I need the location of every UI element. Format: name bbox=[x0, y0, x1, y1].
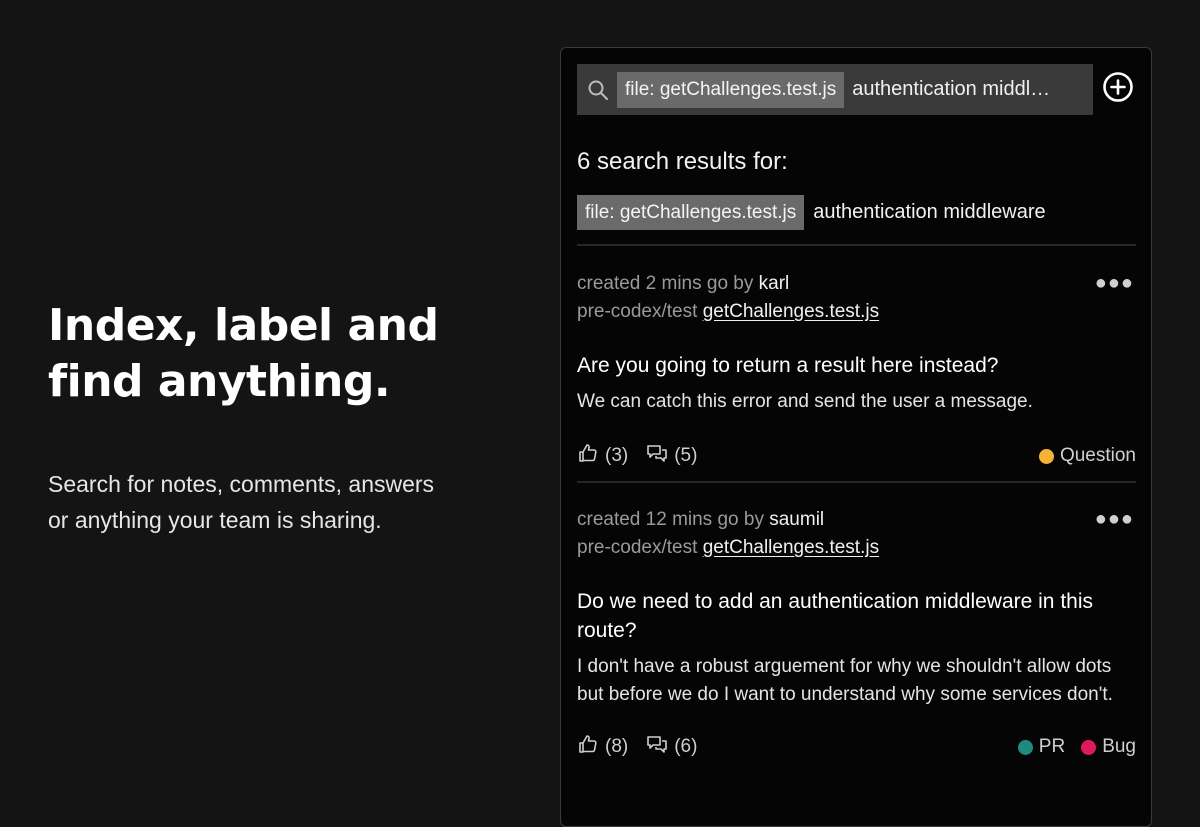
hero-section: Index, label and find anything. Search f… bbox=[48, 298, 508, 538]
divider bbox=[577, 244, 1136, 246]
thumbs-up-icon bbox=[577, 442, 599, 470]
comment-button[interactable]: (5) bbox=[646, 442, 697, 470]
search-icon bbox=[579, 79, 617, 101]
file-location: pre-codex/test getChallenges.test.js bbox=[577, 534, 1136, 562]
comment-count: (6) bbox=[674, 736, 698, 757]
query-text: authentication middleware bbox=[813, 201, 1046, 223]
tag-question[interactable]: Question bbox=[1038, 445, 1136, 467]
file-link[interactable]: getChallenges.test.js bbox=[703, 537, 879, 558]
tag-dot bbox=[1081, 739, 1097, 755]
tag-dot bbox=[1017, 739, 1033, 755]
comment-button[interactable]: (6) bbox=[646, 733, 697, 761]
search-chip-label: file: bbox=[625, 78, 655, 100]
divider bbox=[577, 481, 1136, 483]
comments-icon bbox=[646, 733, 668, 761]
created-info: created 2 mins go by bbox=[577, 273, 754, 294]
tag-dot bbox=[1038, 448, 1054, 464]
tag-label: PR bbox=[1038, 736, 1066, 757]
tag-bug[interactable]: Bug bbox=[1081, 736, 1136, 758]
author-name[interactable]: saumil bbox=[769, 509, 824, 530]
thumbs-up-icon bbox=[577, 733, 599, 761]
repo-path: pre-codex/test bbox=[577, 537, 698, 558]
hero-subtitle-line-1: Search for notes, comments, answers bbox=[48, 471, 435, 497]
tag-pr[interactable]: PR bbox=[1017, 736, 1066, 758]
search-panel: file: getChallenges.test.js authenticati… bbox=[560, 47, 1152, 827]
like-count: (8) bbox=[605, 736, 629, 757]
repo-path: pre-codex/test bbox=[577, 301, 698, 322]
result-meta: created 2 mins go by karl bbox=[577, 270, 1136, 298]
search-chip-value: getChallenges.test.js bbox=[659, 78, 837, 100]
file-location: pre-codex/test getChallenges.test.js bbox=[577, 298, 1136, 326]
add-button[interactable] bbox=[1101, 71, 1135, 108]
hero-headline-line-2: find anything. bbox=[48, 356, 391, 407]
result-card[interactable]: created 2 mins go by karl pre-codex/test… bbox=[577, 270, 1136, 471]
result-actions: (8) (6) PR Bug bbox=[577, 732, 1136, 762]
search-input[interactable]: file: getChallenges.test.js authenticati… bbox=[577, 64, 1093, 115]
like-count: (3) bbox=[605, 445, 629, 466]
query-chip-label: file: bbox=[585, 201, 615, 223]
author-name[interactable]: karl bbox=[759, 273, 790, 294]
result-actions: (3) (5) Question bbox=[577, 441, 1136, 471]
file-link[interactable]: getChallenges.test.js bbox=[703, 301, 879, 322]
hero-headline-line-1: Index, label and bbox=[48, 300, 439, 351]
tag-label: Question bbox=[1059, 445, 1136, 466]
result-title[interactable]: Do we need to add an authentication midd… bbox=[577, 587, 1136, 645]
result-body: I don't have a robust arguement for why … bbox=[577, 656, 1113, 705]
hero-subtitle: Search for notes, comments, answers or a… bbox=[48, 466, 508, 538]
results-count-title: 6 search results for: bbox=[577, 148, 788, 175]
like-button[interactable]: (3) bbox=[577, 442, 628, 470]
query-filter-chip[interactable]: file: getChallenges.test.js bbox=[577, 195, 805, 230]
search-query-text[interactable]: authentication middleware bbox=[852, 78, 1058, 101]
tag-label: Bug bbox=[1102, 736, 1136, 757]
result-title[interactable]: Are you going to return a result here in… bbox=[577, 351, 1136, 380]
result-card[interactable]: created 12 mins go by saumil pre-codex/t… bbox=[577, 506, 1136, 762]
search-filter-chip[interactable]: file: getChallenges.test.js bbox=[617, 71, 845, 108]
more-dots-icon[interactable]: ●●● bbox=[1095, 508, 1134, 531]
comment-count: (5) bbox=[674, 445, 698, 466]
result-tags: PR Bug bbox=[1002, 732, 1136, 762]
result-meta: created 12 mins go by saumil bbox=[577, 506, 1136, 534]
query-chip-value: getChallenges.test.js bbox=[619, 201, 797, 223]
result-body: We can catch this error and send the use… bbox=[577, 391, 1033, 412]
more-dots-icon[interactable]: ●●● bbox=[1095, 272, 1134, 295]
hero-subtitle-line-2: or anything your team is sharing. bbox=[48, 507, 382, 533]
created-info: created 12 mins go by bbox=[577, 509, 764, 530]
plus-circle-icon bbox=[1102, 71, 1134, 108]
active-query: file: getChallenges.test.js authenticati… bbox=[577, 195, 1046, 230]
result-tags: Question bbox=[1023, 441, 1136, 471]
like-button[interactable]: (8) bbox=[577, 733, 628, 761]
comments-icon bbox=[646, 442, 668, 470]
hero-headline: Index, label and find anything. bbox=[48, 298, 508, 410]
